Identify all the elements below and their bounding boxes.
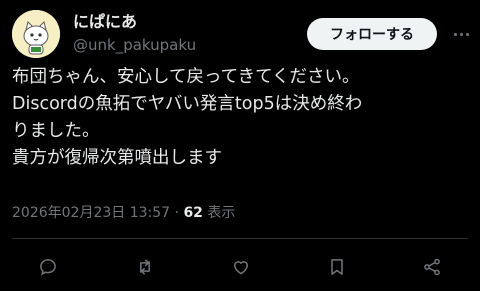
tweet-meta: 2026年02月23日 13:57 · 62 表示 [12, 203, 235, 223]
tweet-line: 貴方が復帰次第噴出します [12, 148, 222, 168]
tweet-line: Discordの魚拓でヤバい発言top5は決め終わ [12, 94, 363, 114]
views-count: 62 [183, 205, 203, 221]
cartoon-cat-avatar-icon [12, 10, 60, 58]
reply-icon[interactable] [33, 252, 63, 282]
meta-separator: · [174, 205, 179, 221]
display-name[interactable]: にぱにあ [73, 11, 137, 33]
tweet-line: りました。 [12, 121, 100, 141]
tweet-line: 布団ちゃん、安心して戻ってきてください。 [12, 67, 360, 87]
views-label: 表示 [207, 205, 236, 221]
user-handle[interactable]: @unk_pakupaku [73, 35, 196, 55]
action-bar [0, 252, 480, 282]
tweet-time[interactable]: 13:57 [130, 205, 170, 221]
tweet-date[interactable]: 2026年02月23日 [12, 205, 125, 221]
bookmark-icon[interactable] [322, 252, 352, 282]
more-dots-icon[interactable] [450, 24, 472, 44]
tweet-text: 布団ちゃん、安心して戻ってきてください。 Discordの魚拓でヤバい発言top… [12, 64, 472, 172]
divider [12, 238, 468, 239]
follow-button[interactable]: フォローする [307, 18, 437, 50]
avatar[interactable] [12, 10, 60, 58]
share-icon[interactable] [417, 252, 447, 282]
retweet-icon[interactable] [130, 252, 160, 282]
like-icon[interactable] [226, 252, 256, 282]
